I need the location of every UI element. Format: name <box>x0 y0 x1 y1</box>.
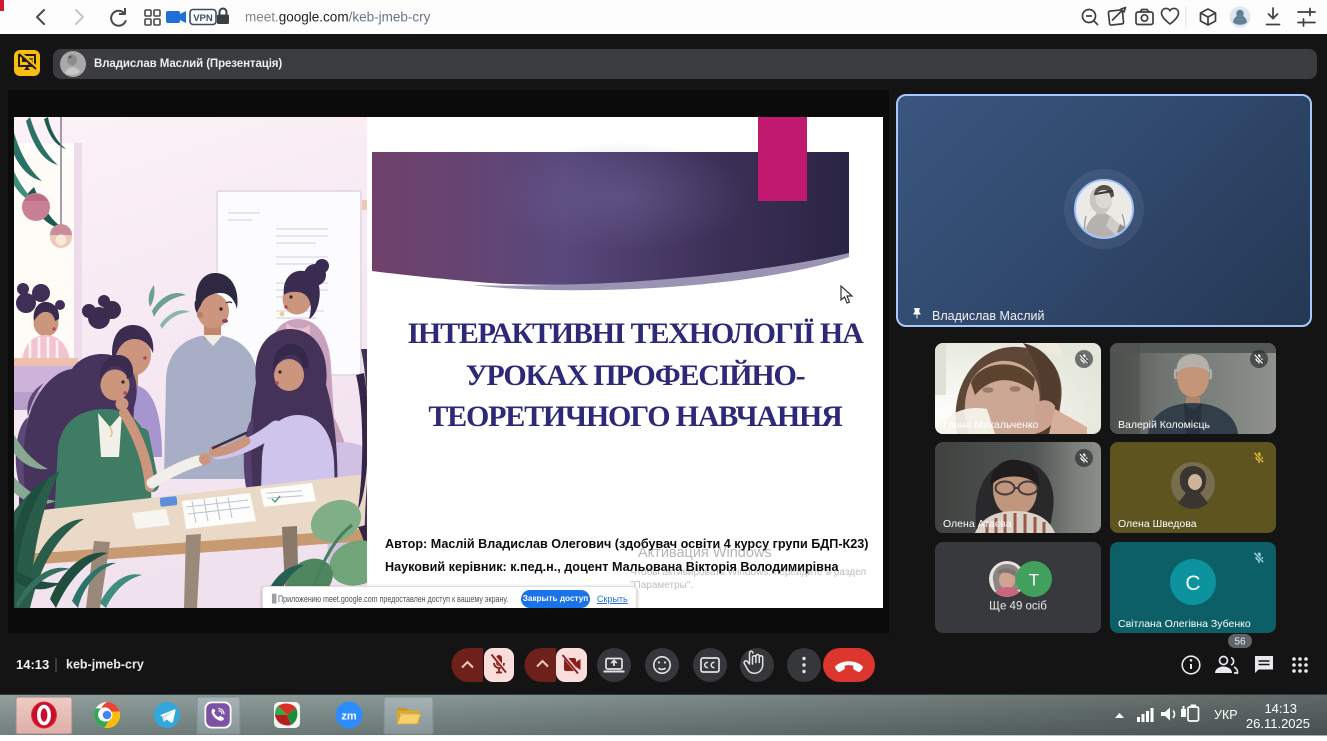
svg-text:УКР: УКР <box>1214 708 1238 722</box>
svg-text:VPN: VPN <box>193 13 213 24</box>
svg-text:Світлана Олегівна Зубенко: Світлана Олегівна Зубенко <box>1118 618 1251 630</box>
svg-text:Валерій Коломієць: Валерій Коломієць <box>1118 419 1210 431</box>
svg-text:14:13: 14:13 <box>16 657 49 672</box>
svg-text:Олена Шведова: Олена Шведова <box>1118 518 1197 530</box>
svg-text:C: C <box>1185 572 1200 595</box>
svg-text:meet.google.com/keb-jmeb-cry: meet.google.com/keb-jmeb-cry <box>245 10 431 25</box>
svg-text:26.11.2025: 26.11.2025 <box>1246 716 1310 731</box>
svg-text:Владислав Маслий: Владислав Маслий <box>932 309 1044 323</box>
svg-text:Ганна Михальченко: Ганна Михальченко <box>943 419 1039 431</box>
svg-text:56: 56 <box>1234 637 1246 648</box>
svg-text:T: T <box>1029 571 1039 590</box>
svg-text:Олена Атаєва: Олена Атаєва <box>943 518 1012 530</box>
svg-text:keb-jmeb-cry: keb-jmeb-cry <box>66 658 144 672</box>
svg-text:zm: zm <box>341 711 357 723</box>
svg-text:Ще 49 осіб: Ще 49 осіб <box>989 601 1047 613</box>
svg-text:14:13: 14:13 <box>1264 701 1297 716</box>
